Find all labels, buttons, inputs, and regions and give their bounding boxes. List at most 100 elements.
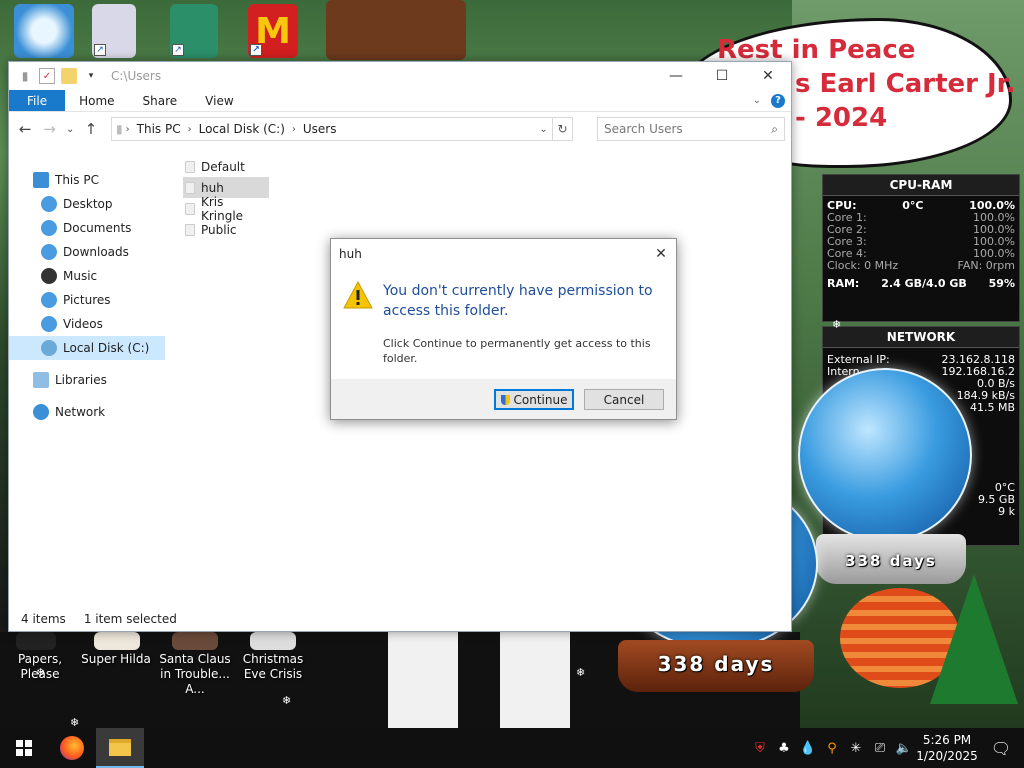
snow-globe-right bbox=[798, 368, 972, 542]
desktop-icon-sleigh[interactable] bbox=[326, 0, 466, 60]
minimize-button[interactable]: — bbox=[653, 62, 699, 90]
up-button[interactable]: ↑ bbox=[81, 118, 101, 140]
forward-button[interactable]: → bbox=[39, 118, 59, 140]
chevron-right-icon[interactable]: › bbox=[188, 124, 192, 135]
maximize-button[interactable]: ☐ bbox=[699, 62, 745, 90]
close-button[interactable]: ✕ bbox=[745, 62, 791, 90]
file-explorer-icon bbox=[109, 738, 131, 756]
chevron-right-icon[interactable]: › bbox=[292, 124, 296, 135]
breadcrumb-local-disk[interactable]: Local Disk (C:) bbox=[199, 122, 285, 136]
clock-label: Clock: 0 MHz bbox=[827, 259, 899, 272]
computer-icon bbox=[33, 172, 49, 188]
shortcut-arrow-icon: ↗ bbox=[94, 44, 106, 56]
desktop-label[interactable]: Christmas Eve Crisis bbox=[231, 652, 315, 682]
action-center-icon[interactable]: 🗨 bbox=[978, 728, 1024, 768]
downloads-icon bbox=[41, 244, 57, 260]
nav-item-videos[interactable]: Videos bbox=[9, 312, 169, 336]
help-icon[interactable]: ? bbox=[771, 93, 785, 108]
address-dropdown-icon[interactable]: ⌄ bbox=[534, 123, 552, 135]
permission-dialog[interactable]: huh ✕ You don't currently have permissio… bbox=[330, 238, 677, 420]
clock-date: 1/20/2025 bbox=[916, 749, 978, 763]
dialog-titlebar[interactable]: huh ✕ bbox=[331, 239, 676, 269]
fan-label: FAN: 0rpm bbox=[957, 259, 1016, 272]
taskbar-file-explorer[interactable] bbox=[96, 728, 144, 768]
desktop-icon-washer[interactable]: ↗ bbox=[92, 4, 136, 58]
nav-item-network[interactable]: Network bbox=[9, 400, 169, 424]
nav-item-local-disk[interactable]: Local Disk (C:) bbox=[9, 336, 165, 360]
folder-small-icon[interactable]: ▮ bbox=[17, 68, 33, 84]
ram-label: RAM: bbox=[827, 277, 860, 290]
desktop-icon-christmas-eve-crisis[interactable] bbox=[250, 632, 296, 650]
dialog-close-button[interactable]: ✕ bbox=[646, 239, 676, 269]
desktop-icon-computer[interactable] bbox=[14, 4, 74, 58]
nav-label: Libraries bbox=[55, 373, 107, 387]
documents-icon bbox=[41, 220, 57, 236]
refresh-icon[interactable]: ↻ bbox=[552, 118, 572, 140]
drop-icon[interactable]: 💧 bbox=[796, 728, 820, 768]
navigation-pane[interactable]: This PC Desktop Documents Downloads Musi… bbox=[9, 148, 169, 607]
bubble-line-2: s Earl Carter Jr. bbox=[795, 69, 1016, 99]
snowflake-tray-icon[interactable]: ✳ bbox=[844, 728, 868, 768]
search-tray-icon[interactable]: ⚲ bbox=[820, 728, 844, 768]
tab-file[interactable]: File bbox=[9, 90, 66, 111]
desktop-icon-character[interactable]: ↗ bbox=[170, 4, 218, 58]
desktop-label[interactable]: Santa Claus in Trouble... A... bbox=[153, 652, 237, 697]
file-name: Default bbox=[201, 159, 245, 174]
small-k: 9 k bbox=[998, 505, 1015, 518]
desktop-icon bbox=[41, 196, 57, 212]
search-placeholder: Search Users bbox=[604, 122, 683, 136]
security-icon[interactable]: ⛨ bbox=[748, 728, 772, 768]
continue-button[interactable]: Continue bbox=[494, 389, 574, 410]
breadcrumb-this-pc[interactable]: This PC bbox=[137, 122, 181, 136]
search-icon[interactable]: ⌕ bbox=[771, 122, 778, 137]
snowflake-icon: ❄ bbox=[576, 666, 586, 679]
desktop-icon-mcdonalds[interactable]: M ↗ bbox=[248, 4, 298, 58]
nav-item-documents[interactable]: Documents bbox=[9, 216, 169, 240]
desktop-icon-papers-please[interactable] bbox=[16, 632, 56, 650]
back-button[interactable]: ← bbox=[15, 118, 35, 140]
breadcrumb-users[interactable]: Users bbox=[303, 122, 337, 136]
properties-icon[interactable]: ✓ bbox=[39, 68, 55, 84]
nav-item-libraries[interactable]: Libraries bbox=[9, 368, 169, 392]
windows-logo-icon bbox=[16, 740, 32, 756]
nav-item-downloads[interactable]: Downloads bbox=[9, 240, 169, 264]
expand-ribbon-icon[interactable]: ⌄ bbox=[753, 95, 761, 106]
tab-view[interactable]: View bbox=[191, 90, 247, 111]
desktop-icon-santa-claus[interactable] bbox=[172, 632, 218, 650]
tab-share[interactable]: Share bbox=[129, 90, 192, 111]
nav-item-this-pc[interactable]: This PC bbox=[9, 168, 169, 192]
music-icon bbox=[41, 268, 57, 284]
qat-dropdown-icon[interactable]: ▾ bbox=[83, 68, 99, 84]
nav-label: Pictures bbox=[63, 293, 111, 307]
volume-icon[interactable]: 🔈 bbox=[892, 728, 916, 768]
taskbar-clock[interactable]: 5:26 PM 1/20/2025 bbox=[916, 732, 978, 764]
search-box[interactable]: Search Users ⌕ bbox=[597, 117, 785, 141]
nav-item-music[interactable]: Music bbox=[9, 264, 169, 288]
network-tray-icon[interactable]: ⎚ bbox=[868, 728, 892, 768]
window-title: C:\Users bbox=[111, 69, 162, 83]
cpu-ram-gadget[interactable]: CPU-RAM CPU: 0°C 100.0% Core 1: 100.0% Co… bbox=[822, 174, 1020, 322]
list-item[interactable]: Kris Kringle bbox=[183, 195, 269, 223]
file-list[interactable]: Default huh Kris Kringle Public bbox=[183, 156, 269, 240]
desktop-icon-super-hilda[interactable] bbox=[94, 632, 140, 650]
dialog-title: huh bbox=[339, 247, 362, 261]
start-button[interactable] bbox=[0, 728, 48, 768]
recent-locations-button[interactable]: ⌄ bbox=[64, 118, 77, 140]
app-tray-icon[interactable]: ♣ bbox=[772, 728, 796, 768]
cancel-button[interactable]: Cancel bbox=[584, 389, 664, 410]
desktop-label[interactable]: Super Hilda bbox=[74, 652, 158, 667]
taskbar-firefox[interactable] bbox=[48, 728, 96, 768]
address-bar[interactable]: ▮ › This PC › Local Disk (C:) › Users ⌄ … bbox=[111, 117, 574, 141]
tab-home[interactable]: Home bbox=[65, 90, 128, 111]
nav-label: Videos bbox=[63, 317, 103, 331]
chevron-right-icon[interactable]: › bbox=[126, 124, 130, 135]
nav-item-desktop[interactable]: Desktop bbox=[9, 192, 169, 216]
globe-right-days: 338 days bbox=[845, 552, 937, 570]
uac-shield-icon bbox=[500, 394, 510, 405]
new-folder-icon[interactable] bbox=[61, 68, 77, 84]
explorer-titlebar[interactable]: ▮ ✓ ▾ C:\Users — ☐ ✕ bbox=[9, 62, 791, 90]
nav-item-pictures[interactable]: Pictures bbox=[9, 288, 169, 312]
user-folder-icon bbox=[185, 202, 195, 215]
bubble-line-3: - 2024 bbox=[795, 103, 888, 133]
list-item[interactable]: Default bbox=[183, 156, 269, 177]
